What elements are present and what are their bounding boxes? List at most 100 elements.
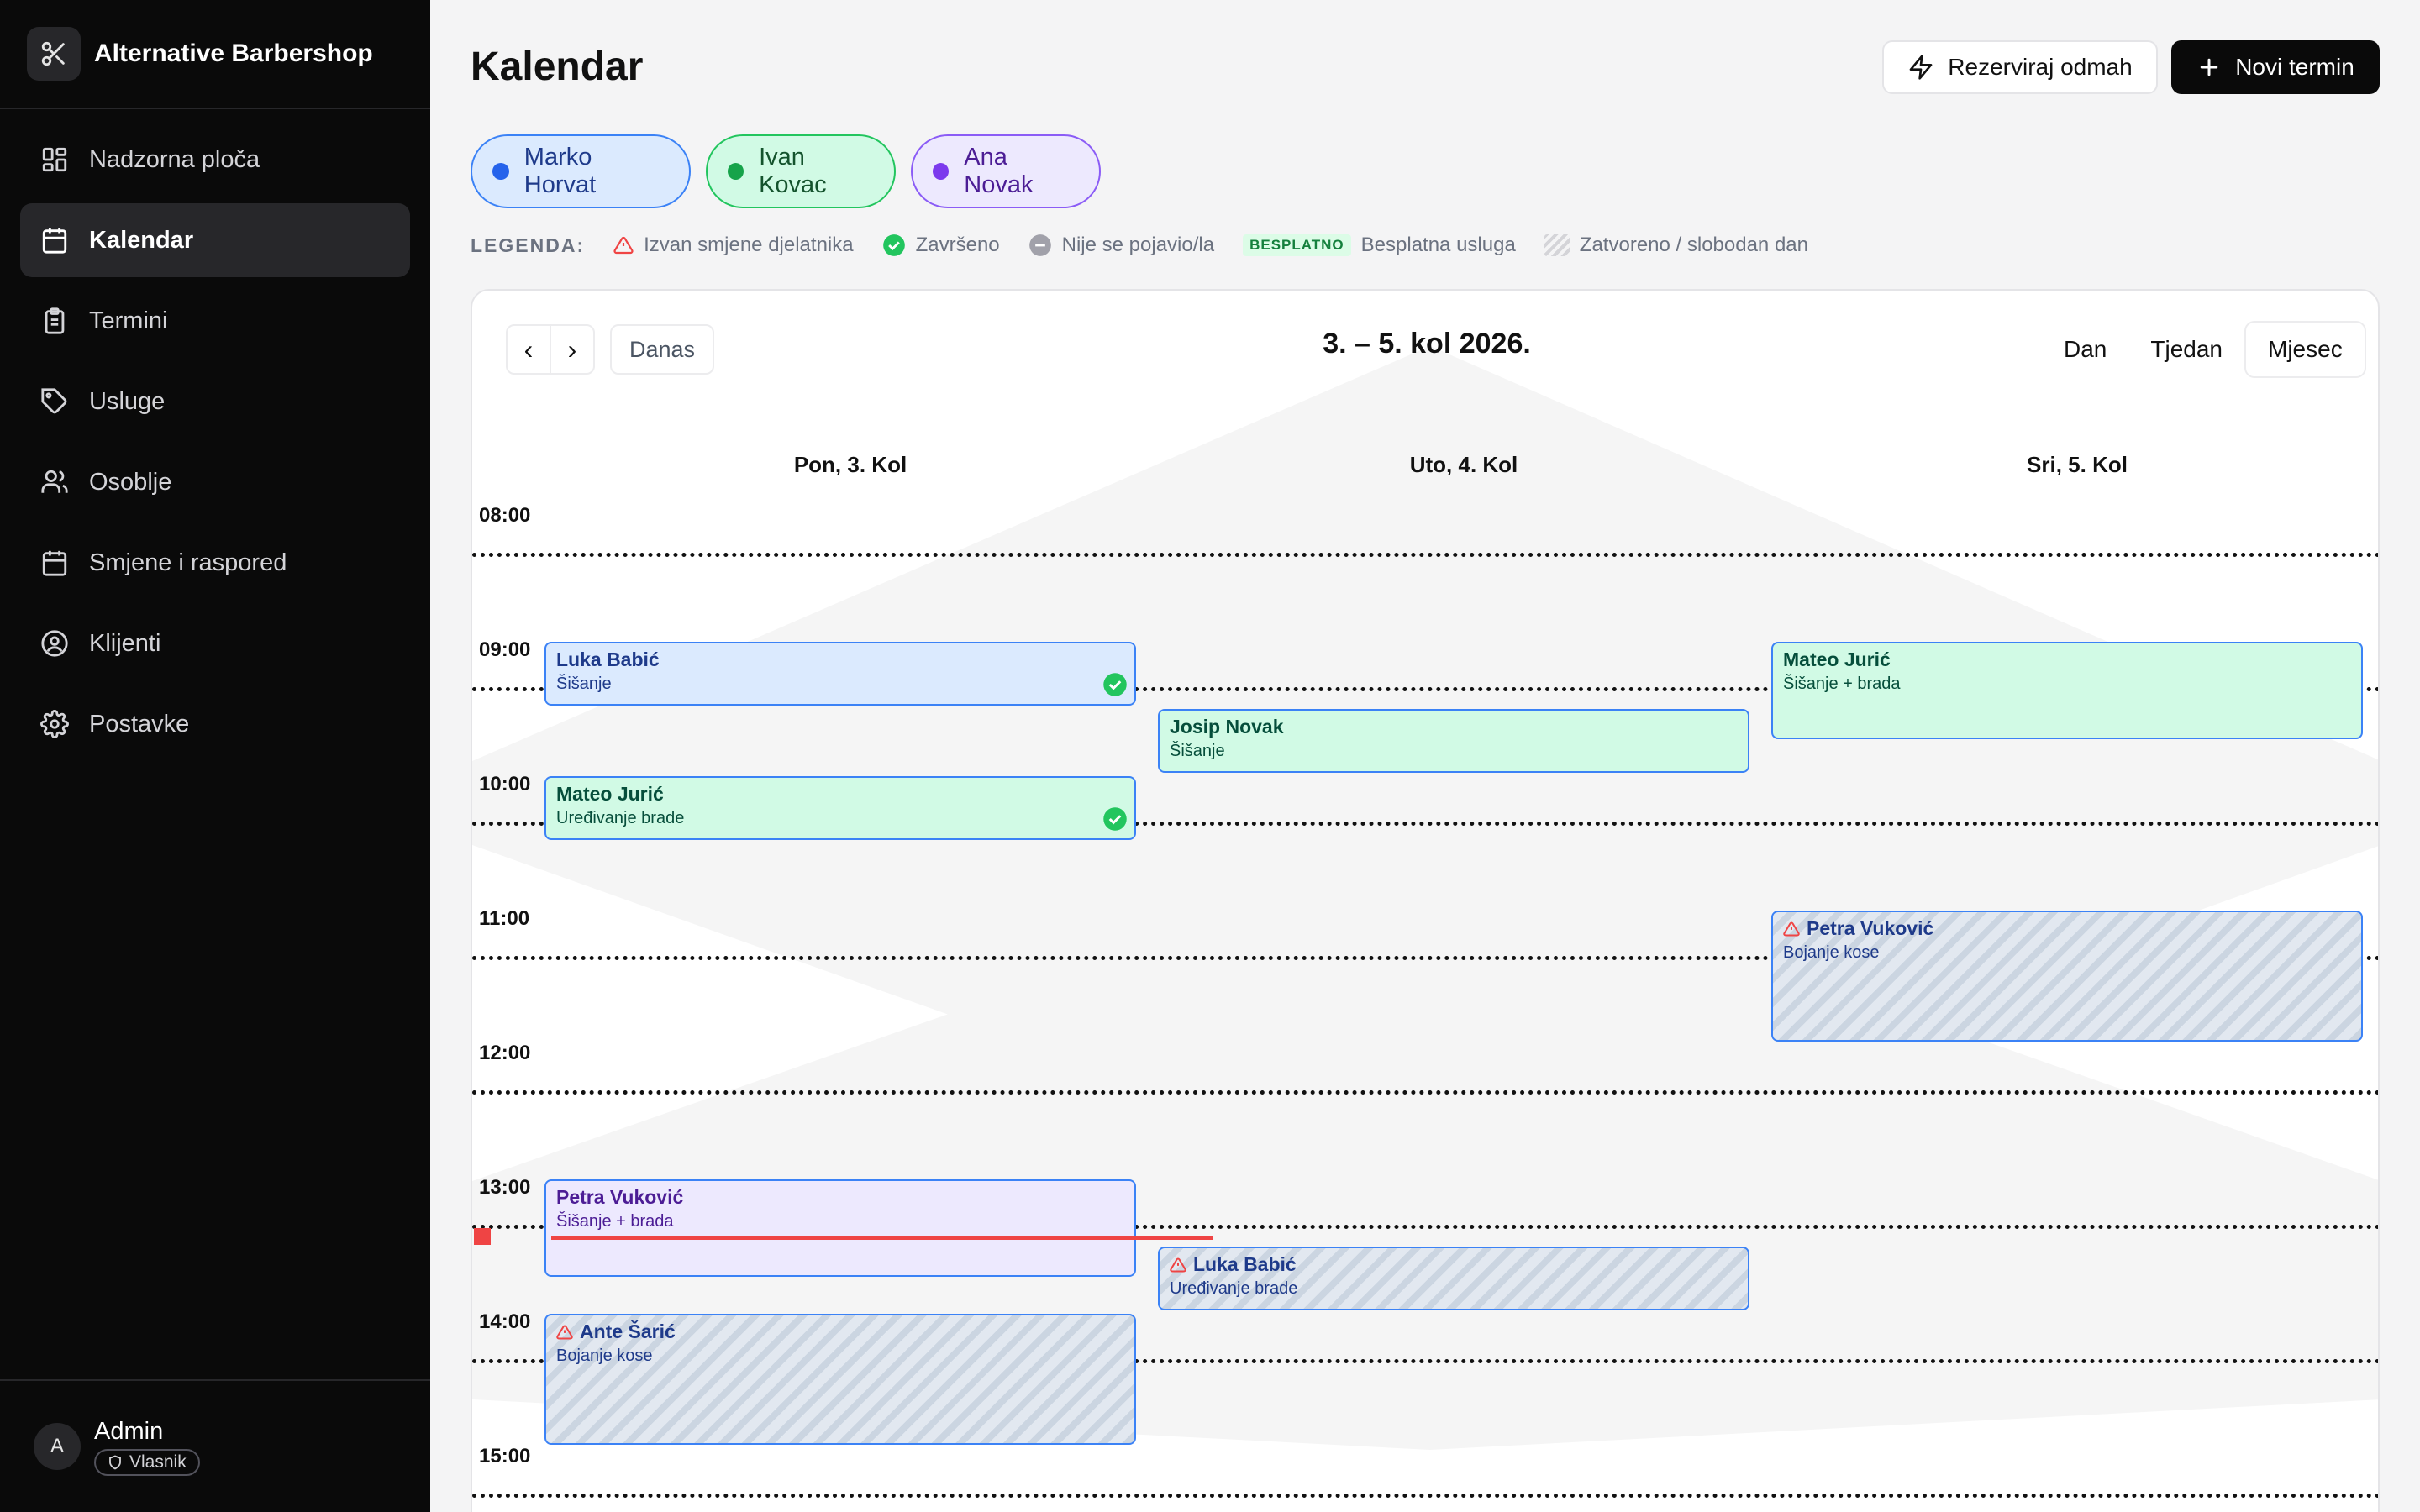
sidebar-nav: Nadzorna ploča Kalendar Termini Usluge O… <box>20 123 410 768</box>
appointment-client-name: Luka Babić <box>1193 1253 1297 1275</box>
time-label: 09:00 <box>479 638 531 661</box>
clipboard-icon <box>45 307 65 334</box>
legend-outside-shift: Izvan smjene djelatnika <box>644 234 854 256</box>
sidebar: Alternative Barbershop Nadzorna ploča Ka… <box>0 0 430 1512</box>
staff-name: Ana Novak <box>964 144 1034 198</box>
sidebar-item-shifts[interactable]: Smjene i raspored <box>20 526 410 600</box>
appointment-service: Šišanje <box>1170 742 1225 760</box>
scissors-icon <box>27 27 81 81</box>
staff-chip-ivan[interactable]: Ivan Kovac <box>706 134 896 208</box>
staff-color-dot <box>492 163 509 180</box>
appointment-card[interactable]: Mateo Jurić Šišanje + brada <box>1771 642 2363 739</box>
legend: LEGENDA: Izvan smjene djelatnika Završen… <box>471 234 1808 257</box>
appointment-client-name: Petra Vuković <box>1807 917 1934 939</box>
time-label: 08:00 <box>479 504 531 527</box>
time-label: 13:00 <box>479 1176 531 1199</box>
appointment-card[interactable]: Ante Šarić Bojanje kose <box>544 1314 1136 1445</box>
new-appointment-label: Novi termin <box>2235 54 2354 80</box>
legend-free-service: Besplatna usluga <box>1360 234 1516 256</box>
sidebar-item-label: Termini <box>89 307 168 334</box>
staff-chip-ana[interactable]: Ana Novak <box>911 134 1101 208</box>
appointment-card[interactable]: Petra Vuković Šišanje + brada <box>544 1179 1136 1277</box>
appointment-service: Bojanje kose <box>1783 943 1880 962</box>
time-label: 11:00 <box>479 907 530 930</box>
appointment-client: Josip Novak <box>1170 716 1738 738</box>
appointment-service: Uređivanje brade <box>556 809 685 827</box>
staff-name: Ivan Kovac <box>759 144 827 198</box>
calendar-icon <box>42 228 67 254</box>
new-appointment-button[interactable]: Novi termin <box>2171 40 2380 94</box>
page-title: Kalendar <box>471 45 644 89</box>
user-circle-icon <box>41 630 68 657</box>
time-label: 10:00 <box>479 773 531 795</box>
staff-name: Marko Horvat <box>523 144 597 198</box>
check-circle-icon <box>1103 807 1127 831</box>
appointment-card[interactable]: Luka Babić Uređivanje brade <box>1158 1247 1749 1310</box>
view-week-button[interactable]: Tjedan <box>2128 321 2244 378</box>
minus-circle-icon <box>1028 234 1051 256</box>
quick-book-label: Rezerviraj odmah <box>1948 54 2133 80</box>
warning-icon <box>556 1324 573 1339</box>
free-tag: BESPLATNO <box>1243 234 1351 256</box>
shield-icon <box>109 1455 121 1470</box>
time-label: 15:00 <box>479 1445 531 1467</box>
users-icon <box>41 470 68 493</box>
appointment-card[interactable]: Petra Vuković Bojanje kose <box>1771 911 2363 1042</box>
hour-line <box>472 1494 2378 1498</box>
appointment-client: Mateo Jurić <box>1783 648 2351 671</box>
current-time-marker <box>474 1228 491 1245</box>
legend-no-show: Nije se pojavio/la <box>1061 234 1215 256</box>
view-day-button[interactable]: Dan <box>2042 321 2128 378</box>
staff-filter: Marko Horvat Ivan Kovac Ana Novak <box>471 134 1101 208</box>
appointment-service: Šišanje + brada <box>1783 675 1901 693</box>
calendar-grid-icon <box>42 550 67 576</box>
staff-color-dot <box>728 163 744 180</box>
appointment-service: Šišanje <box>556 675 612 693</box>
appointment-client: Luka Babić <box>1170 1253 1738 1276</box>
quick-book-button[interactable]: Rezerviraj odmah <box>1882 40 2158 94</box>
user-profile[interactable]: A Admin Vlasnik <box>0 1379 430 1512</box>
sidebar-item-appointments[interactable]: Termini <box>20 284 410 358</box>
view-month-button[interactable]: Mjesec <box>2244 321 2366 378</box>
sidebar-item-label: Smjene i raspored <box>89 549 287 576</box>
tag-icon <box>41 388 67 414</box>
role-label: Vlasnik <box>129 1452 187 1472</box>
appointment-client-name: Josip Novak <box>1170 716 1284 738</box>
lightning-icon <box>1909 55 1933 80</box>
check-circle-icon <box>1103 673 1127 696</box>
warning-icon <box>613 236 634 255</box>
check-circle-icon <box>882 234 905 256</box>
sidebar-item-clients[interactable]: Klijenti <box>20 606 410 680</box>
hatch-swatch-icon <box>1544 234 1570 256</box>
sidebar-item-calendar[interactable]: Kalendar <box>20 203 410 277</box>
day-header-mon: Pon, 3. Kol <box>793 452 908 477</box>
appointment-service: Uređivanje brade <box>1170 1279 1298 1298</box>
appointment-client-name: Petra Vuković <box>556 1186 684 1208</box>
staff-color-dot <box>933 163 950 180</box>
appointment-card[interactable]: Mateo Jurić Uređivanje brade <box>544 776 1136 840</box>
time-label: 12:00 <box>479 1042 531 1064</box>
time-label: 14:00 <box>479 1310 531 1333</box>
avatar: A <box>34 1423 81 1470</box>
sidebar-item-dashboard[interactable]: Nadzorna ploča <box>20 123 410 197</box>
brand-name: Alternative Barbershop <box>94 39 373 67</box>
sidebar-item-label: Kalendar <box>89 226 194 254</box>
appointment-client-name: Ante Šarić <box>580 1320 676 1342</box>
appointment-card[interactable]: Luka Babić Šišanje <box>544 642 1136 706</box>
appointment-service: Bojanje kose <box>556 1347 653 1365</box>
warning-icon <box>1170 1257 1186 1272</box>
dashboard-icon <box>42 147 67 172</box>
appointment-card[interactable]: Josip Novak Šišanje <box>1158 709 1749 773</box>
staff-chip-marko[interactable]: Marko Horvat <box>471 134 691 208</box>
appointment-client: Petra Vuković <box>1783 917 2351 940</box>
sidebar-item-label: Klijenti <box>89 629 161 657</box>
warning-icon <box>1783 921 1800 936</box>
appointment-client: Luka Babić <box>556 648 1124 671</box>
appointment-client: Petra Vuković <box>556 1186 1124 1209</box>
role-badge: Vlasnik <box>94 1448 200 1476</box>
sidebar-item-services[interactable]: Usluge <box>20 365 410 438</box>
calendar: ‹ › Danas 3. – 5. kol 2026. Dan Tjedan M… <box>471 289 2380 1512</box>
sidebar-item-staff[interactable]: Osoblje <box>20 445 410 519</box>
sidebar-item-settings[interactable]: Postavke <box>20 687 410 761</box>
brand: Alternative Barbershop <box>0 0 430 109</box>
